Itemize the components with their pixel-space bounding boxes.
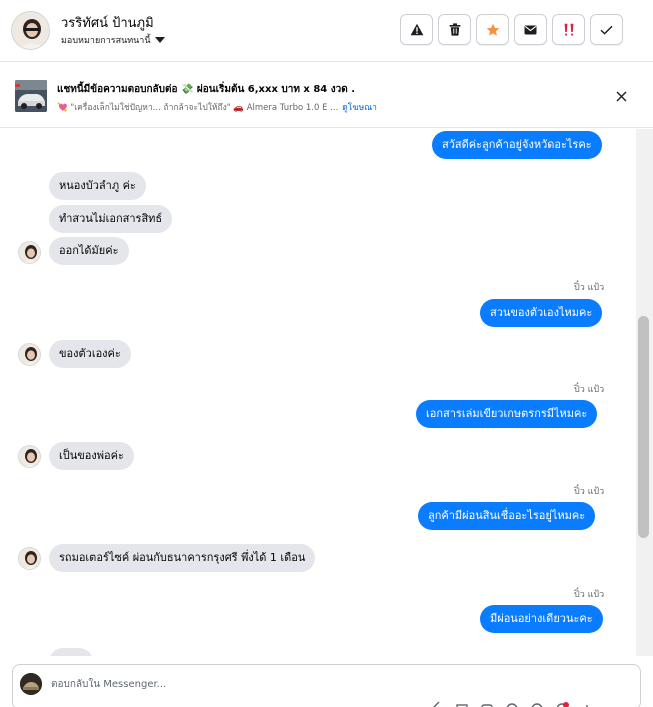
contact-photo xyxy=(19,242,40,263)
contact-avatar-small xyxy=(18,547,41,570)
close-icon xyxy=(616,91,626,101)
outgoing-message: สวนของตัวเองไหมคะ xyxy=(480,299,603,327)
contact-avatar-small xyxy=(18,445,41,468)
outgoing-message: ลูกค้ามีผ่อนสินเชื่ออะไรอยู่ไหมคะ xyxy=(418,502,596,530)
report-spam-button[interactable] xyxy=(400,14,433,45)
envelope-icon xyxy=(524,25,537,34)
mark-unread-button[interactable] xyxy=(514,14,547,45)
star-icon xyxy=(486,23,499,36)
contact-avatar-small xyxy=(18,241,41,264)
reply-input[interactable] xyxy=(51,675,611,693)
ad-context-banner: แชทนี้มีข้อความตอบกลับต่อ 💸 ผ่อนเริ่มต้น… xyxy=(0,72,653,128)
image-icon[interactable] xyxy=(455,700,469,707)
assign-conversation-dropdown[interactable]: มอบหมายการสนทนานี้ xyxy=(61,33,165,47)
outgoing-message: เอกสารเล่มเขียวเกษตรกรมีไหมคะ xyxy=(416,400,598,428)
page-avatar xyxy=(20,673,42,695)
incoming-message: รถมอเตอร์ไซค์ ผ่อนกับธนาคารกรุงศรี พึ่งไ… xyxy=(49,544,316,572)
emoji-icon[interactable] xyxy=(530,700,544,707)
chevron-down-icon xyxy=(154,37,165,43)
mark-done-button[interactable] xyxy=(590,14,623,45)
ad-subtitle: 💘 "เครื่องเล็กไม่ใช่ปัญหา... ถ้ากล้าจะไป… xyxy=(57,103,339,113)
like-icon[interactable] xyxy=(580,700,594,707)
contact-photo xyxy=(19,344,40,365)
attach-icon[interactable] xyxy=(430,700,444,707)
composer-toolbar xyxy=(430,700,594,707)
ad-title: แชทนี้มีข้อความตอบกลับต่อ 💸 ผ่อนเริ่มต้น… xyxy=(57,84,356,95)
star-button[interactable] xyxy=(476,14,509,45)
sender-name: ปิ๋ว แป้ว xyxy=(574,385,605,395)
contact-photo xyxy=(19,446,40,467)
incoming-message-partial xyxy=(49,648,93,656)
saved-reply-icon[interactable] xyxy=(480,700,494,707)
outgoing-message: มีผ่อนอย่างเดียวนะคะ xyxy=(480,605,603,633)
view-ad-link[interactable]: ดูโฆษณา xyxy=(342,100,377,114)
conversation-header: วรริทัศน์ ป้านภูมิ มอบหมายการสนทนานี้ xyxy=(0,0,653,62)
follow-up-button[interactable] xyxy=(552,14,585,45)
message-thread[interactable]: สวัสดีค่ะลูกค้าอยู่จังหวัดอะไรคะ หนองบัว… xyxy=(0,129,636,656)
delete-button[interactable] xyxy=(438,14,471,45)
conversation-actions xyxy=(400,14,623,45)
incoming-message: ทำสวนไม่เอกสารสิทธ์ xyxy=(49,205,173,233)
sender-name: ปิ๋ว แป้ว xyxy=(574,283,605,293)
contact-avatar[interactable] xyxy=(11,11,50,50)
incoming-message: หนองบัวลำภู ค่ะ xyxy=(49,172,146,200)
trash-icon xyxy=(449,23,460,36)
ad-car-image xyxy=(15,80,47,112)
scrollbar-thumb[interactable] xyxy=(638,316,649,538)
sender-name: ปิ๋ว แป้ว xyxy=(574,487,605,497)
incoming-message: เป็นของพ่อค่ะ xyxy=(49,442,134,470)
contact-name[interactable]: วรริทัศน์ ป้านภูมิ xyxy=(61,12,154,33)
sender-name: ปิ๋ว แป้ว xyxy=(574,590,605,600)
contact-avatar-small xyxy=(18,343,41,366)
check-icon xyxy=(600,25,613,35)
outgoing-message: สวัสดีค่ะลูกค้าอยู่จังหวัดอะไรคะ xyxy=(432,131,602,159)
ad-thumbnail[interactable] xyxy=(15,80,47,112)
close-banner-button[interactable] xyxy=(611,86,631,106)
page-logo-icon xyxy=(20,673,42,695)
gif-icon[interactable] xyxy=(505,700,519,707)
important-icon xyxy=(564,23,573,35)
incoming-message: ออกได้มัยค่ะ xyxy=(49,237,129,265)
incoming-message: ของตัวเองค่ะ xyxy=(49,340,131,368)
more-options-icon[interactable] xyxy=(555,700,569,707)
contact-photo xyxy=(19,548,40,569)
ad-subtitle-row: 💘 "เครื่องเล็กไม่ใช่ปัญหา... ถ้ากล้าจะไป… xyxy=(57,100,377,114)
warning-icon xyxy=(410,23,423,36)
contact-photo xyxy=(12,12,49,49)
assign-label: มอบหมายการสนทนานี้ xyxy=(61,36,151,46)
